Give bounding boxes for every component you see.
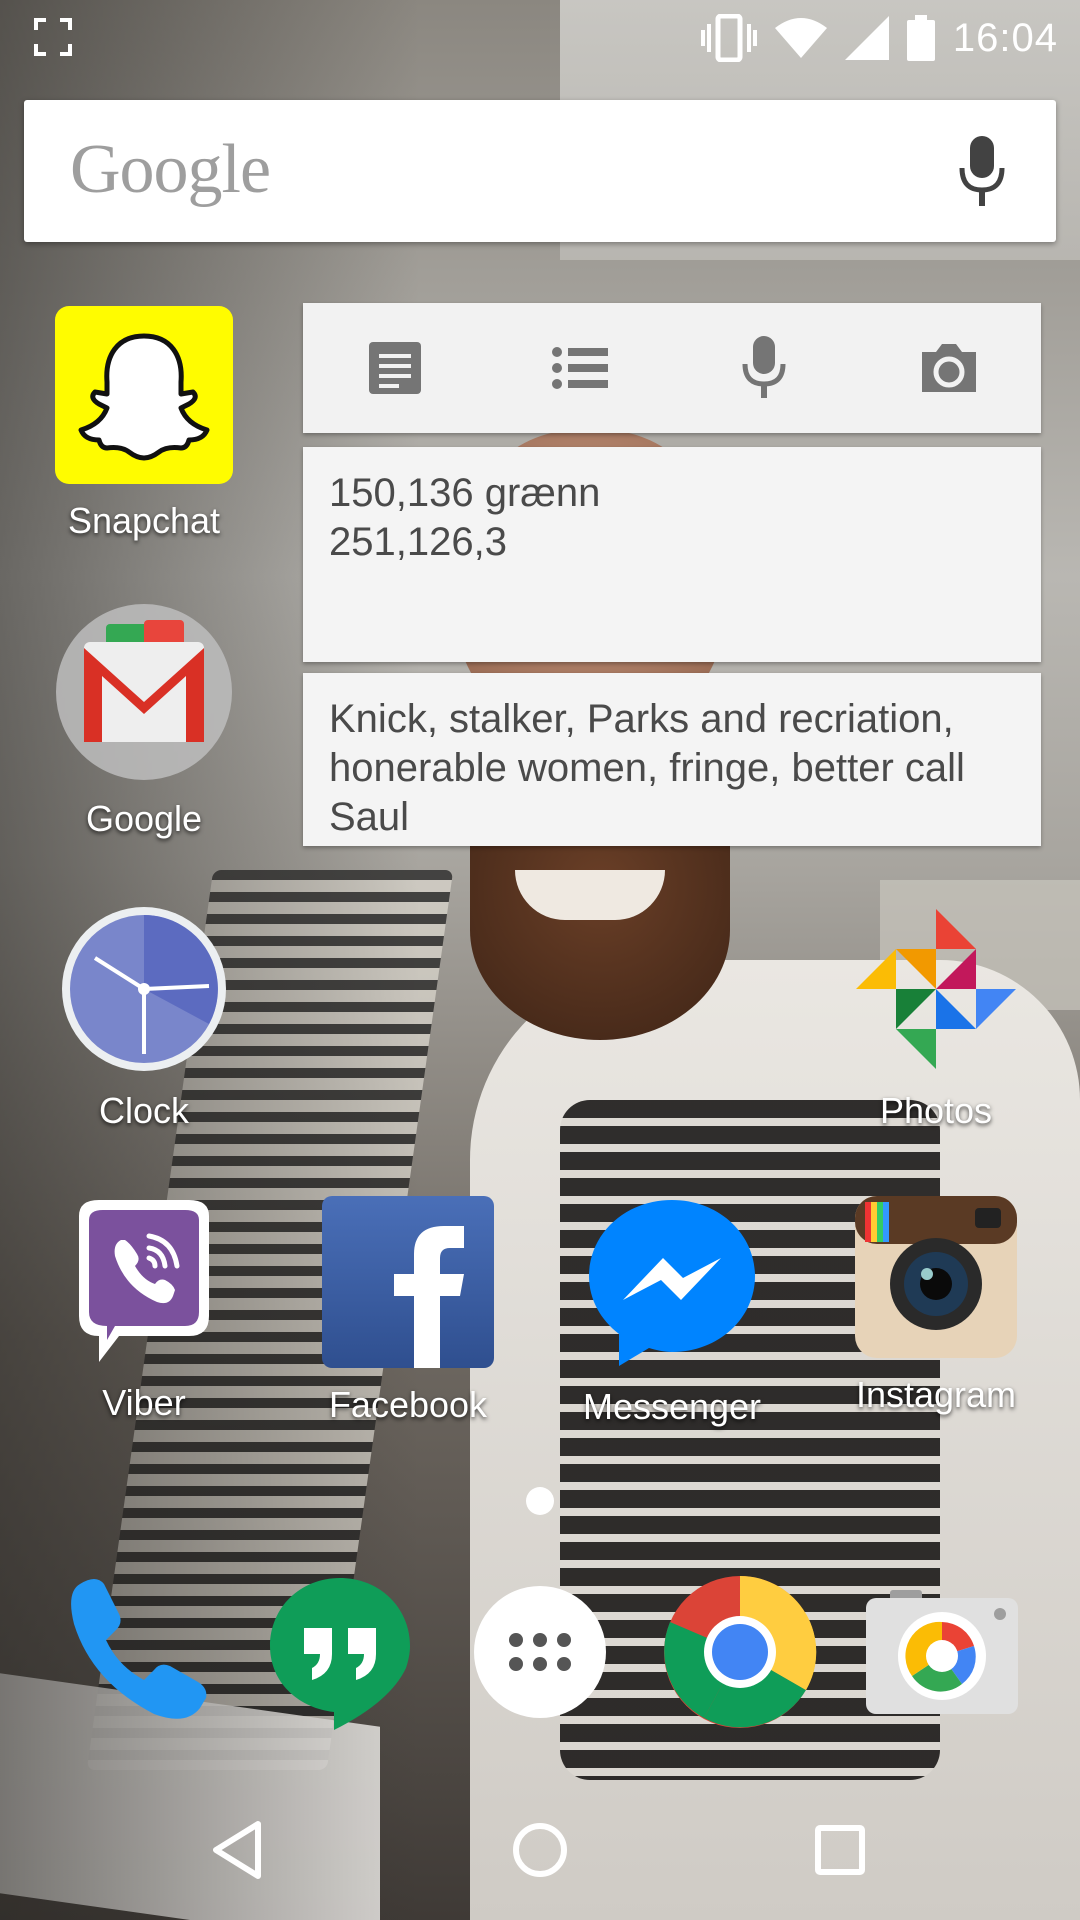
app-label: Messenger [582, 1386, 762, 1427]
app-label: Google [85, 798, 203, 839]
photos-icon [851, 904, 1021, 1074]
clock-time: 16:04 [952, 15, 1058, 60]
note-text: honerable women, fringe, better call [329, 746, 965, 790]
snapchat-icon [55, 306, 233, 484]
app-label: Photos [879, 1090, 993, 1131]
keep-widget-toolbar [303, 303, 1041, 433]
app-instagram[interactable]: Instagram [836, 1196, 1036, 1416]
app-clock[interactable]: Clock [44, 904, 244, 1132]
battery-icon [906, 15, 935, 61]
clock-icon [59, 904, 229, 1074]
app-label: Clock [98, 1090, 190, 1131]
messenger-icon [585, 1196, 759, 1370]
list-icon[interactable] [540, 328, 620, 408]
keep-note[interactable]: 150,136 grænn 251,126,3 [303, 447, 1041, 662]
app-facebook[interactable]: Facebook [308, 1196, 508, 1426]
chrome-icon[interactable] [660, 1572, 820, 1732]
new-note-icon[interactable] [355, 328, 435, 408]
signal-icon [844, 16, 889, 60]
camera-app-icon[interactable] [862, 1572, 1022, 1732]
status-icons: 16:04 [700, 8, 1058, 68]
home-icon[interactable] [500, 1810, 580, 1890]
app-drawer-icon[interactable] [460, 1572, 620, 1732]
back-icon[interactable] [200, 1810, 280, 1890]
phone-icon[interactable] [58, 1572, 218, 1732]
microphone-icon[interactable] [958, 136, 1006, 208]
viber-icon [59, 1196, 229, 1366]
app-snapchat[interactable]: Snapchat [44, 306, 244, 542]
app-label: Viber [102, 1382, 186, 1423]
page-indicator [526, 1487, 554, 1515]
note-text: Knick, stalker, Parks and recriation, [329, 697, 954, 741]
note-text: 251,126,3 [329, 520, 507, 564]
navigation-bar [0, 1780, 1080, 1920]
camera-icon[interactable] [909, 328, 989, 408]
recents-icon[interactable] [800, 1810, 880, 1890]
note-text: 150,136 grænn [329, 471, 601, 515]
google-search-bar[interactable]: Google [24, 100, 1056, 242]
app-label: Instagram [855, 1374, 1017, 1415]
note-text: Saul [329, 795, 410, 839]
status-bar: 16:04 [0, 0, 1080, 75]
instagram-icon [855, 1196, 1017, 1358]
app-google-folder[interactable]: Google [44, 602, 244, 840]
vibrate-icon [700, 14, 757, 62]
google-logo: Google [70, 131, 271, 208]
screenshot-icon [34, 18, 72, 56]
wifi-icon [774, 18, 827, 58]
hangouts-icon[interactable] [260, 1572, 420, 1732]
app-messenger[interactable]: Messenger [572, 1196, 772, 1428]
app-photos[interactable]: Photos [836, 904, 1036, 1132]
keep-note[interactable]: Knick, stalker, Parks and recriation, ho… [303, 673, 1041, 846]
app-viber[interactable]: Viber [44, 1196, 244, 1424]
wallpaper-beard [470, 820, 730, 1040]
app-label: Snapchat [67, 500, 221, 541]
google-folder-icon [54, 602, 234, 782]
facebook-icon [322, 1196, 494, 1368]
app-label: Facebook [328, 1384, 488, 1425]
microphone-icon[interactable] [724, 328, 804, 408]
